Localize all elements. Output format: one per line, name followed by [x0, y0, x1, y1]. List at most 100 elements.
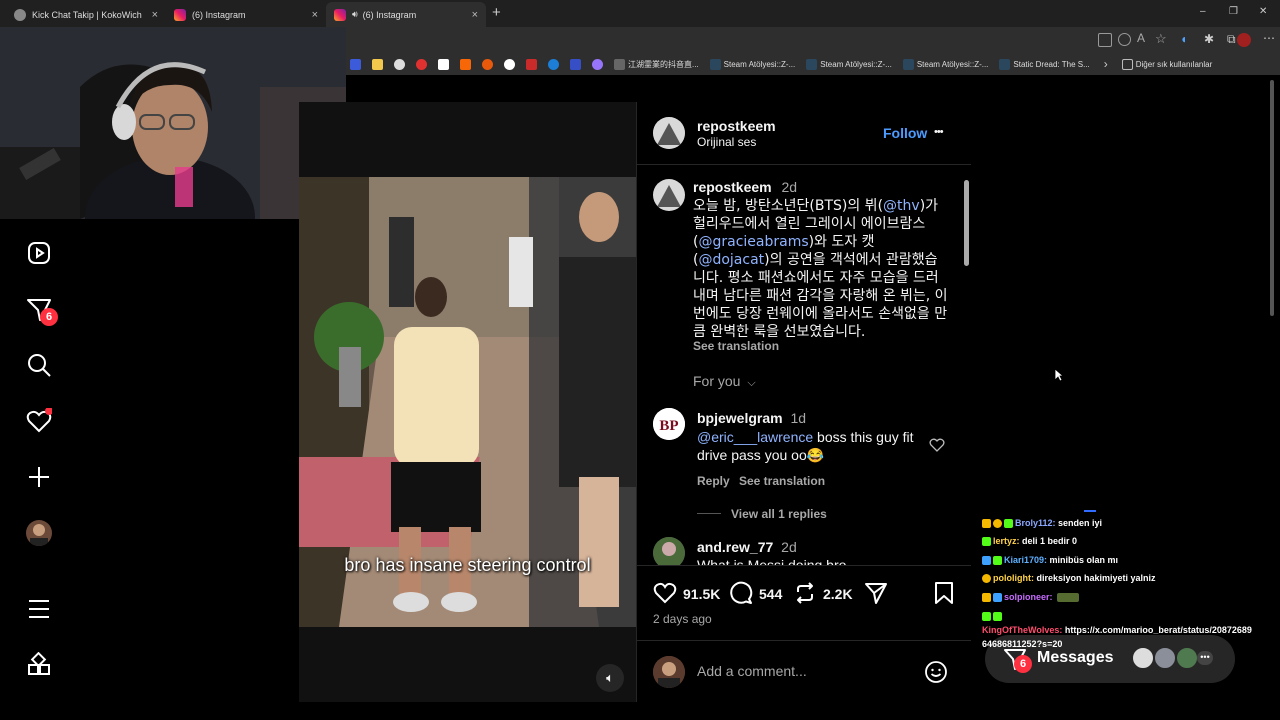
bookmark-icon[interactable] — [570, 58, 581, 70]
chat-username[interactable]: Broly112: — [1015, 518, 1056, 528]
scrollbar-thumb[interactable] — [964, 180, 969, 266]
direct-messages-icon[interactable]: 6 — [26, 296, 58, 326]
chat-username[interactable]: Kiari1709: — [1004, 555, 1047, 565]
like-heart-icon[interactable] — [653, 581, 677, 610]
bookmarks-overflow-icon[interactable]: › — [1104, 57, 1108, 71]
bookmark-link[interactable]: 江湖霊業的抖音直... — [628, 59, 699, 70]
bookmark-icon[interactable] — [394, 58, 405, 70]
follow-button[interactable]: Follow — [883, 125, 927, 141]
menu-dots-icon[interactable]: ⋯ — [1263, 31, 1275, 45]
bookmark-icon[interactable] — [548, 58, 559, 70]
comment-username[interactable]: and.rew_77 — [697, 539, 773, 555]
app-available-icon[interactable] — [1098, 33, 1112, 47]
add-comment-input[interactable]: Add a comment... — [697, 663, 807, 679]
address-bar[interactable]: A ☆ ◖ ✱ ⧉ ⋯ — [346, 27, 1280, 53]
close-tab-icon[interactable]: × — [152, 9, 158, 21]
reel-video-player[interactable]: bro has insane steering control 🔈︎ — [299, 102, 636, 702]
chat-username[interactable]: solpioneer: — [1004, 592, 1053, 602]
audio-label[interactable]: Orijinal ses — [697, 135, 756, 149]
mention-link[interactable]: @gracieabrams — [698, 234, 808, 250]
bookmark-icon[interactable] — [372, 58, 383, 70]
mention-link[interactable]: @dojacat — [698, 252, 764, 268]
create-plus-icon[interactable] — [26, 464, 52, 490]
chat-divider — [1084, 510, 1096, 512]
caption-username[interactable]: repostkeem — [693, 179, 772, 195]
bookmark-link[interactable]: Steam Atölyesi::Z-... — [820, 60, 892, 69]
also-from-meta-icon[interactable] — [26, 651, 52, 678]
chat-username[interactable]: pololight: — [993, 573, 1034, 583]
tab-instagram-active[interactable]: 🔊︎ (6) Instagram × — [326, 2, 486, 27]
comments-scroll-area[interactable]: repostkeem 2d 오늘 밤, 방탄소년단(BTS)의 뷔(@thv)가… — [637, 165, 971, 565]
read-aloud-icon[interactable]: A — [1137, 31, 1145, 45]
close-tab-icon[interactable]: × — [472, 9, 478, 21]
bookmark-link[interactable]: Steam Atölyesi::Z-... — [724, 60, 796, 69]
bookmark-icon[interactable] — [592, 58, 603, 70]
caption-author-avatar[interactable] — [653, 179, 685, 211]
bookmark-icon[interactable] — [438, 58, 449, 70]
comments-count[interactable]: 544 — [759, 586, 782, 602]
bookmark-link[interactable]: Static Dread: The S... — [1013, 60, 1089, 69]
save-bookmark-icon[interactable] — [933, 581, 955, 610]
see-translation-link[interactable]: See translation — [739, 474, 825, 488]
new-tab-button[interactable]: + — [492, 4, 501, 21]
share-icon[interactable] — [864, 581, 888, 610]
comment-bubble-icon[interactable] — [729, 581, 753, 610]
post-date[interactable]: 2 days ago — [653, 612, 712, 626]
chat-message: solpioneer: — [982, 592, 1081, 603]
comment-avatar[interactable] — [653, 537, 685, 565]
close-tab-icon[interactable]: × — [312, 9, 318, 21]
author-username[interactable]: repostkeem — [697, 118, 776, 134]
bookmark-icon[interactable] — [482, 58, 493, 70]
profile-avatar[interactable] — [1237, 33, 1251, 47]
sword-badge-icon — [982, 556, 991, 566]
page-scrollbar-thumb[interactable] — [1270, 80, 1274, 316]
tab-instagram[interactable]: (6) Instagram × — [166, 2, 326, 27]
bookmark-icon[interactable] — [526, 58, 537, 70]
bookmark-link[interactable]: Steam Atölyesi::Z-... — [917, 60, 989, 69]
chat-username[interactable]: KingOfTheWolves: — [982, 625, 1062, 635]
zoom-icon[interactable] — [1118, 33, 1131, 46]
mention-link[interactable]: @eric___lawrence — [697, 429, 813, 445]
notifications-heart-icon[interactable] — [26, 407, 53, 434]
chat-link[interactable]: 64686811252?s=20 — [982, 639, 1062, 649]
see-translation-link[interactable]: See translation — [693, 339, 779, 353]
minimize-button[interactable]: – — [1200, 6, 1206, 17]
profile-avatar[interactable] — [26, 520, 52, 546]
comment-timestamp: 1d — [790, 410, 807, 426]
reply-button[interactable]: Reply — [697, 474, 730, 488]
mention-link[interactable]: @thv — [883, 198, 920, 214]
emoji-icon[interactable] — [924, 660, 948, 689]
likes-count[interactable]: 91.5K — [683, 586, 720, 602]
reposts-count[interactable]: 2.2K — [823, 586, 853, 602]
menu-hamburger-icon[interactable] — [26, 596, 52, 622]
repost-icon[interactable] — [793, 581, 817, 610]
author-avatar[interactable] — [653, 117, 685, 149]
more-options-icon[interactable]: ••• — [934, 126, 944, 138]
mute-toggle-icon[interactable]: 🔈︎ — [596, 664, 624, 692]
comments-scrollbar[interactable] — [963, 168, 971, 566]
favorite-star-icon[interactable]: ☆ — [1155, 31, 1167, 47]
restore-button[interactable]: ❐ — [1229, 6, 1238, 17]
chat-link[interactable]: https://x.com/marioo_berat/status/208726… — [1062, 625, 1252, 635]
bookmark-icon[interactable] — [460, 58, 471, 70]
chat-message: lertyz: deli 1 bedir 0 — [982, 536, 1077, 547]
instagram-icon — [334, 8, 346, 21]
comment-avatar[interactable]: BP — [653, 408, 685, 440]
extensions-icon[interactable]: ✱ — [1204, 32, 1214, 46]
like-comment-heart-icon[interactable] — [929, 437, 945, 458]
comment-username[interactable]: bpjewelgram — [697, 410, 783, 426]
reddit-icon[interactable] — [416, 58, 427, 70]
view-replies-button[interactable]: View all 1 replies — [731, 507, 827, 521]
other-bookmarks-folder[interactable]: Diğer sık kullanılanlar — [1136, 60, 1212, 69]
comment-sort-dropdown[interactable]: For you ⌵ — [693, 373, 756, 390]
tab-kick-chat[interactable]: Kick Chat Takip | KokoWich × — [6, 2, 166, 27]
extension-icon[interactable]: ◖ — [1180, 32, 1187, 46]
reels-icon[interactable] — [26, 240, 52, 266]
bookmark-icon[interactable] — [350, 58, 361, 70]
search-icon[interactable] — [26, 352, 52, 378]
tiktok-icon[interactable] — [614, 58, 625, 70]
collections-icon[interactable]: ⧉ — [1227, 32, 1236, 47]
bookmark-icon[interactable] — [504, 58, 515, 70]
chat-username[interactable]: lertyz: — [993, 536, 1020, 546]
close-window-button[interactable]: ✕ — [1259, 6, 1267, 17]
